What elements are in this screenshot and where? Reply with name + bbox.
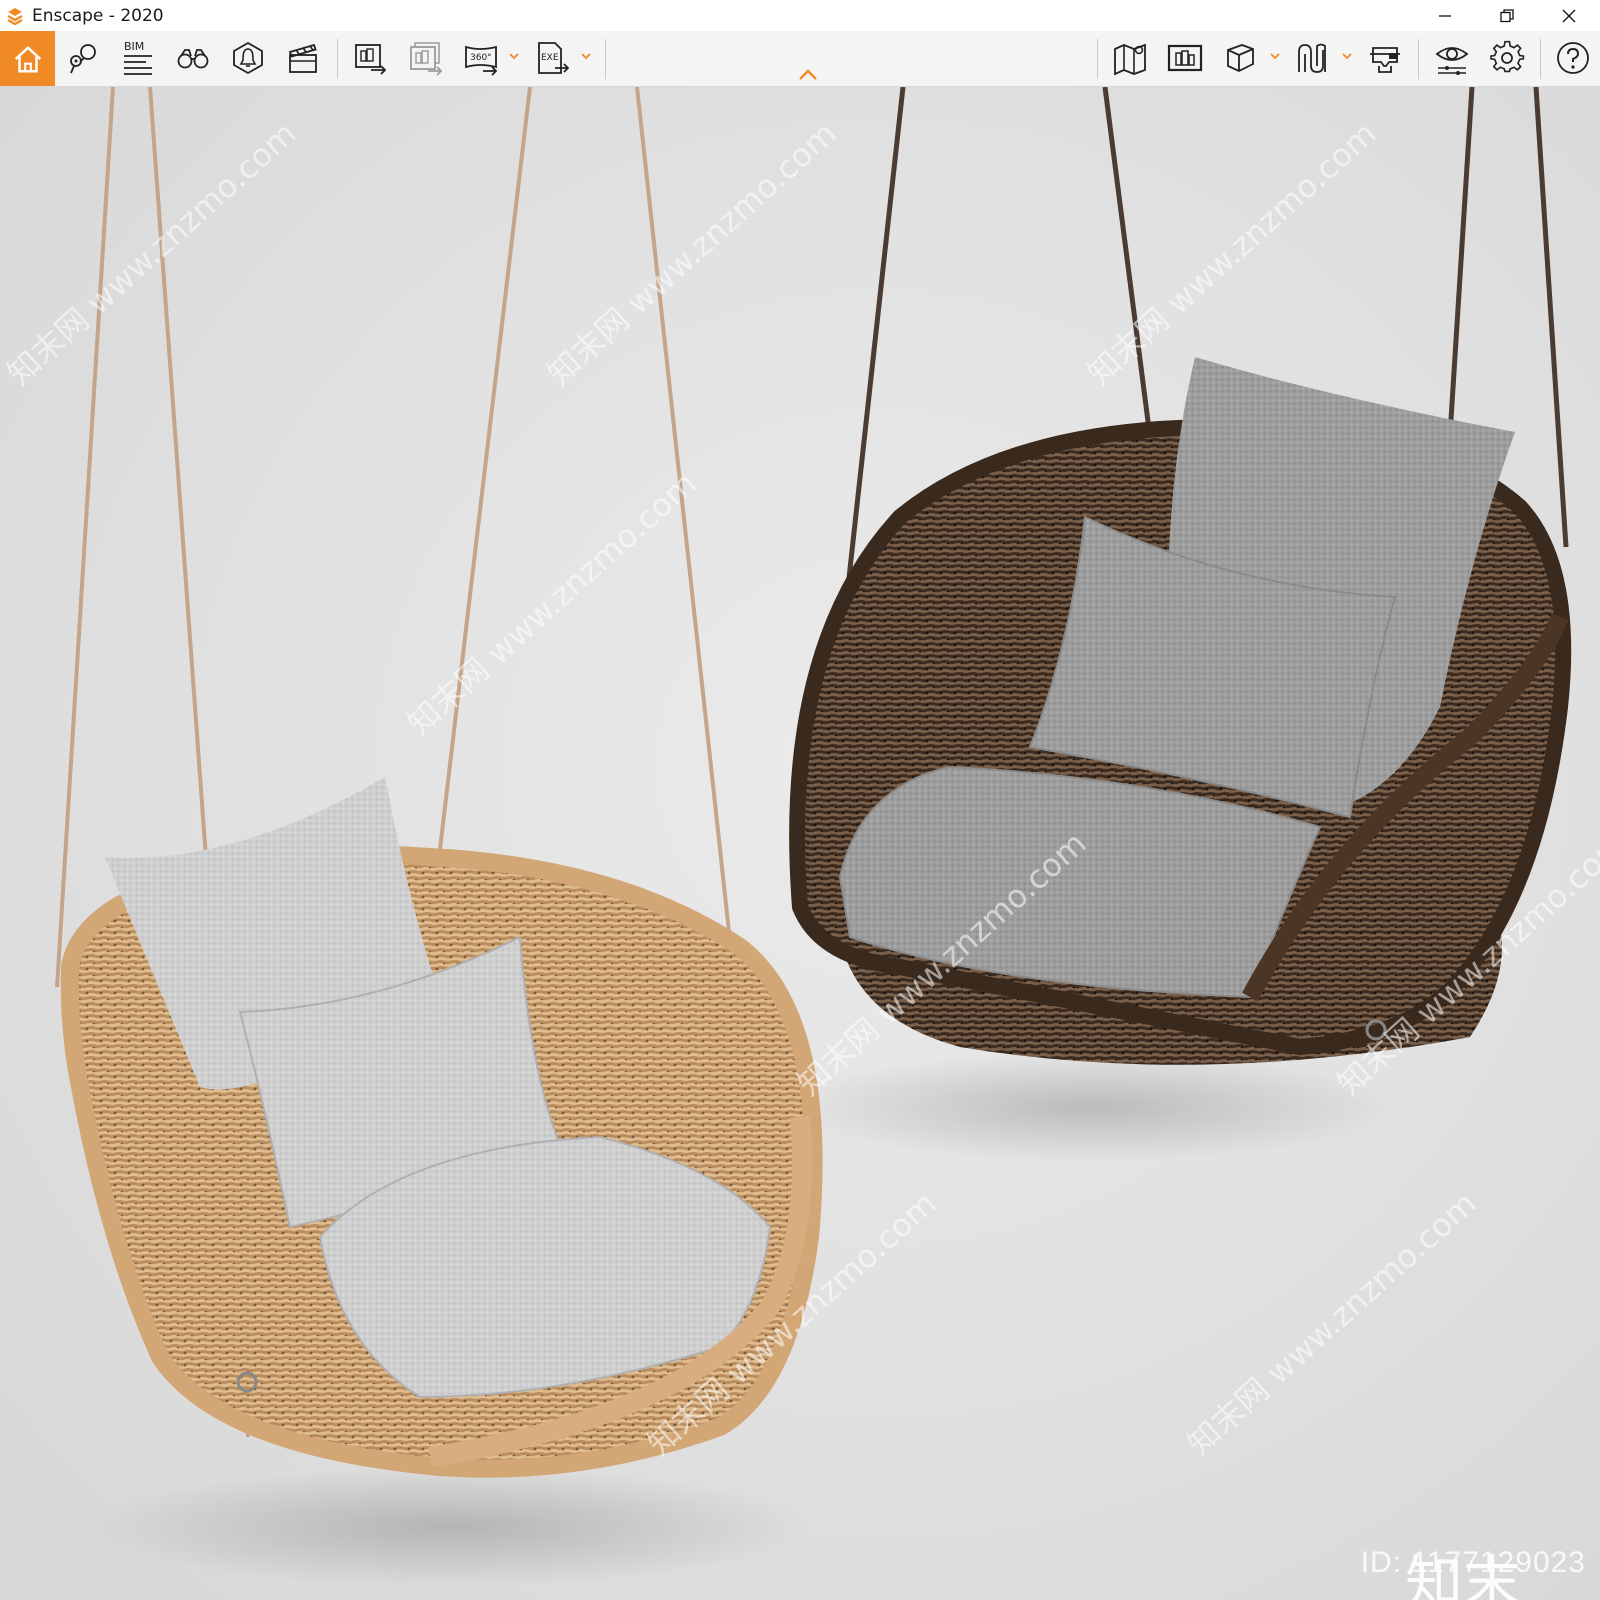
map-button[interactable] [1107, 35, 1153, 81]
image-id-label: ID: 1177129023 [1360, 1546, 1586, 1579]
toolbar-separator [337, 39, 338, 79]
help-button[interactable] [1550, 35, 1596, 81]
asset-library-button[interactable] [1217, 35, 1263, 81]
panorama-360-icon: 360° [465, 45, 498, 76]
view-management-button[interactable] [60, 35, 106, 81]
video-editor-button[interactable] [280, 35, 326, 81]
title-bar: Enscape - 2020 [0, 0, 1600, 31]
close-button[interactable] [1538, 0, 1600, 31]
enscape-logo-icon [4, 5, 26, 27]
render-panorama-button[interactable]: 360° [458, 35, 504, 81]
minimize-icon [1439, 14, 1451, 17]
bim-list-icon: BIM [124, 40, 152, 75]
minimize-button[interactable] [1414, 0, 1476, 31]
capture-icon [1167, 44, 1203, 72]
walk-mode-button[interactable] [170, 35, 216, 81]
light-bulb-icon [233, 41, 263, 75]
clapperboard-icon [288, 43, 317, 73]
toolbar-separator [605, 39, 606, 79]
cube-icon [1227, 44, 1254, 72]
batch-render-icon [410, 42, 443, 76]
exe-label: EXE [541, 53, 559, 63]
collapse-toolbar-chevron-up-icon[interactable] [796, 66, 820, 84]
vr-headset-icon [1370, 47, 1400, 73]
general-settings-button[interactable] [1484, 35, 1530, 81]
render-image-button[interactable] [348, 35, 394, 81]
toolbar: BIM 360° EXE [0, 31, 1600, 87]
toolbar-separator [1540, 39, 1541, 79]
vr-headset-button[interactable] [1362, 35, 1408, 81]
render-image-icon [355, 44, 387, 75]
materials-icon [1298, 43, 1326, 73]
location-pins-icon [70, 44, 96, 74]
visual-settings-button[interactable] [1429, 35, 1475, 81]
map-icon [1114, 43, 1146, 76]
bim-button[interactable]: BIM [115, 35, 161, 81]
chevron-down-icon[interactable] [1268, 49, 1282, 63]
toolbar-separator [1418, 39, 1419, 79]
window-title: Enscape - 2020 [32, 5, 164, 26]
render-viewport[interactable]: 知末网 www.znzmo.com 知末网 www.znzmo.com 知末网 … [0, 87, 1600, 1600]
capture-button[interactable] [1162, 35, 1208, 81]
batch-render-button[interactable] [403, 35, 449, 81]
panorama-label: 360° [470, 53, 492, 63]
chevron-down-icon[interactable] [507, 49, 521, 63]
binoculars-icon [177, 49, 209, 69]
eye-icon [1435, 47, 1469, 75]
materials-button[interactable] [1290, 35, 1336, 81]
chevron-down-icon[interactable] [579, 49, 593, 63]
exe-export-icon: EXE [538, 42, 570, 74]
toolbar-separator [1097, 39, 1098, 79]
home-icon [14, 45, 41, 73]
restore-button[interactable] [1476, 0, 1538, 31]
chevron-down-icon[interactable] [1340, 49, 1354, 63]
export-exe-button[interactable]: EXE [530, 35, 576, 81]
rendered-scene-image: 知末网 www.znzmo.com 知末网 www.znzmo.com 知末网 … [0, 87, 1600, 1600]
light-view-button[interactable] [225, 35, 271, 81]
gear-icon [1490, 40, 1525, 73]
help-icon [1557, 42, 1589, 74]
close-icon [1562, 9, 1576, 22]
home-button[interactable] [0, 31, 55, 86]
bim-label: BIM [124, 40, 144, 53]
restore-icon [1500, 8, 1514, 22]
